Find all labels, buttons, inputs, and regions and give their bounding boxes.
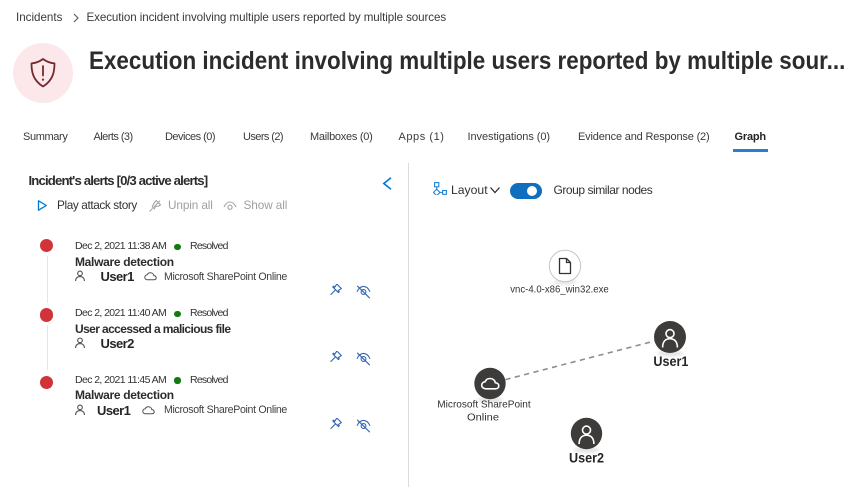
svg-text:Microsoft SharePoint: Microsoft SharePoint xyxy=(437,399,530,410)
svg-text:User2: User2 xyxy=(569,450,604,465)
svg-text:Online: Online xyxy=(467,413,499,424)
svg-text:vnc-4.0-x86_win32.exe: vnc-4.0-x86_win32.exe xyxy=(510,285,609,296)
svg-text:User1: User1 xyxy=(653,354,688,369)
